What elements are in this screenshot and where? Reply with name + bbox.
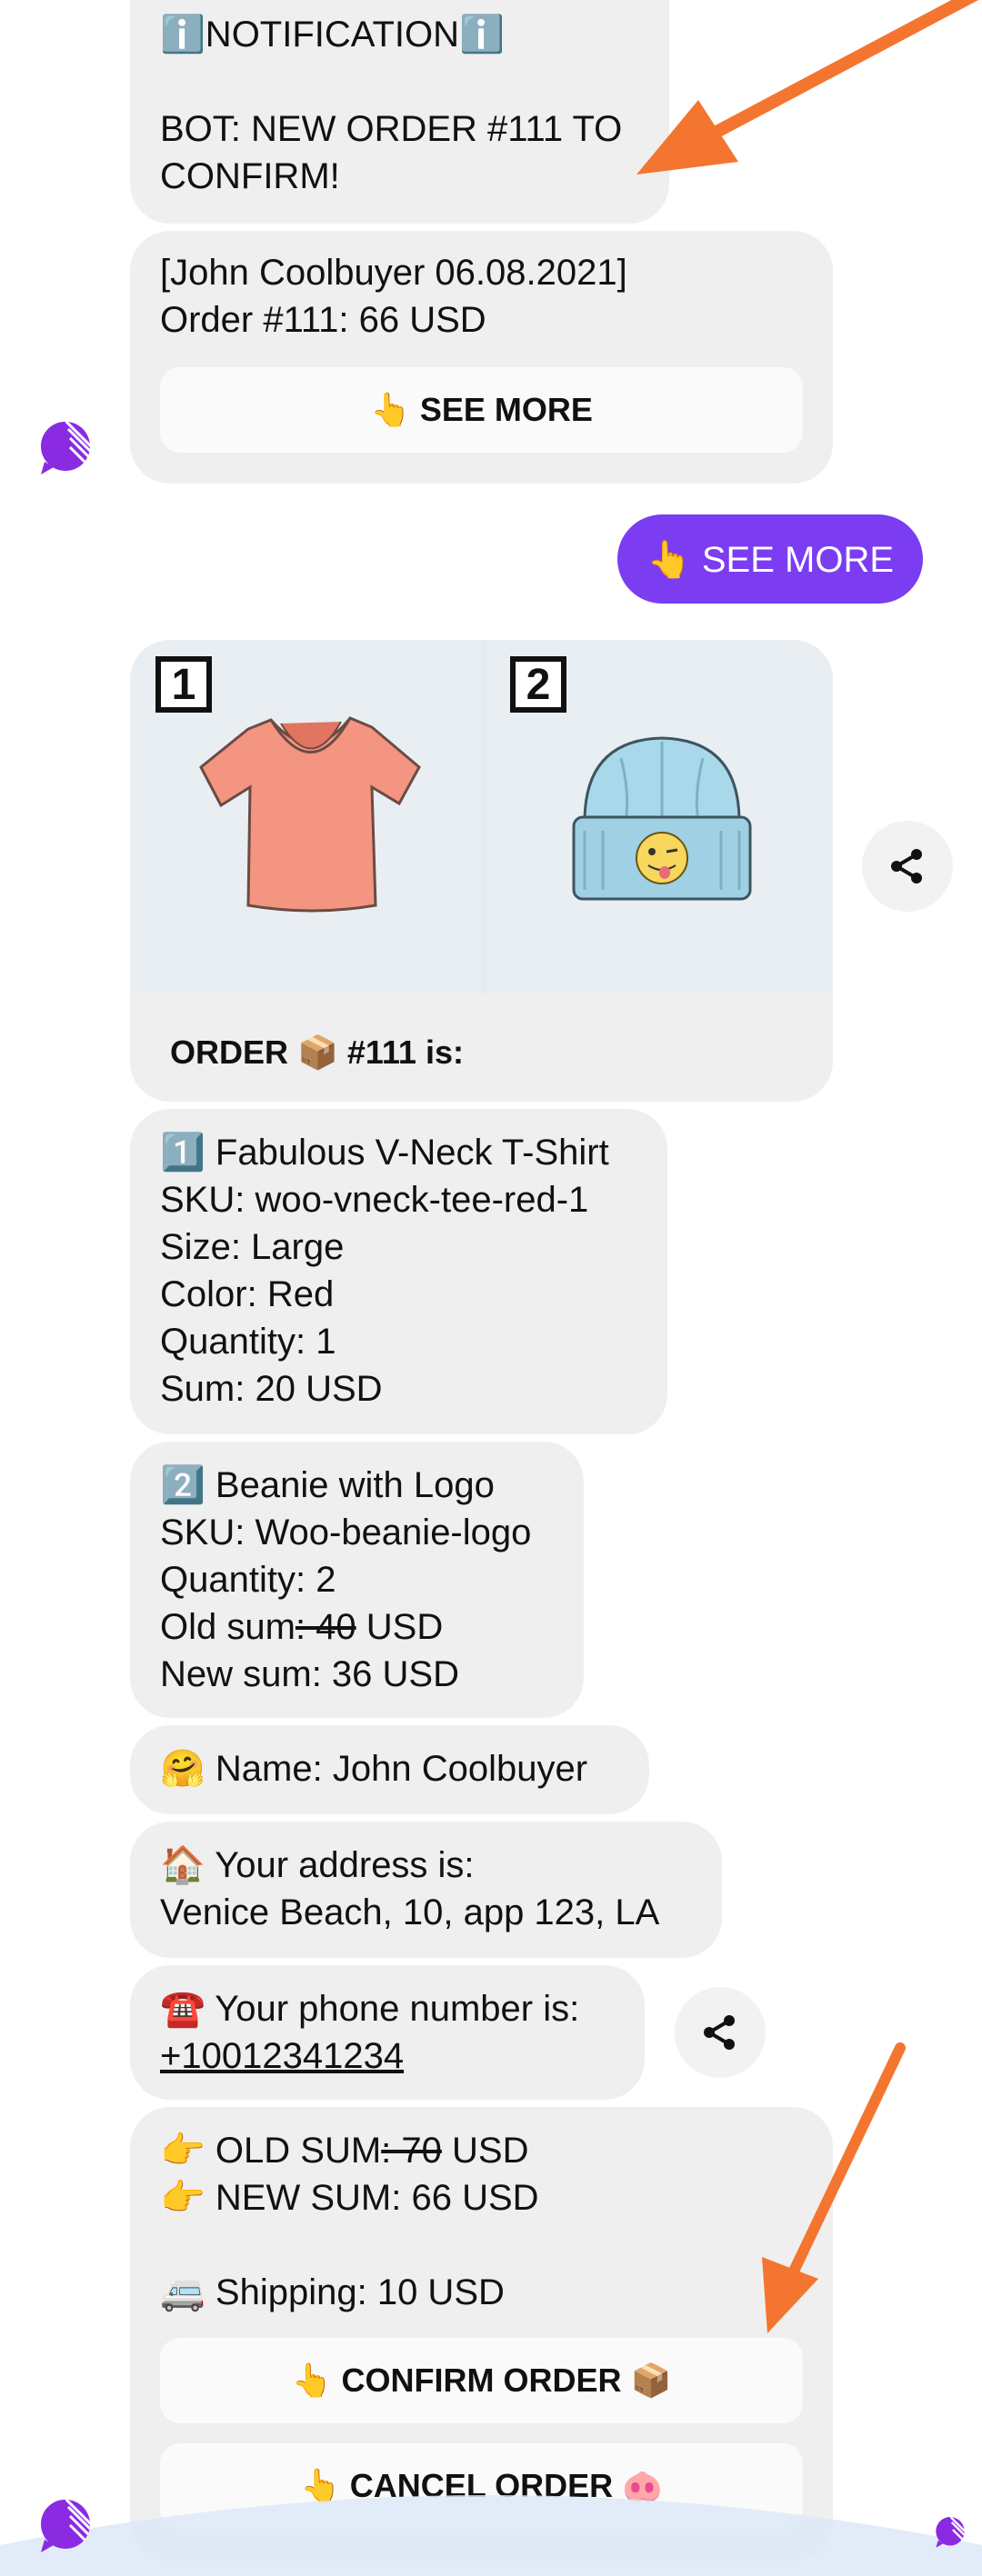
tshirt-image (199, 716, 421, 913)
confirm-order-button[interactable]: 👆 CONFIRM ORDER 📦 (160, 2338, 803, 2423)
address-line2: Venice Beach, 10, app 123, LA (160, 1892, 660, 1932)
phone-bubble: ☎️ Your phone number is: +10012341234 (130, 1965, 645, 2100)
address-line1: 🏠 Your address is: (160, 1845, 475, 1885)
summary-old-sum: 👉 OLD SUM: 70 USD (160, 2127, 803, 2174)
item1-title: 1️⃣ Fabulous V-Neck T-Shirt (160, 1133, 609, 1173)
summary-shipping: 🚐 Shipping: 10 USD (160, 2272, 505, 2312)
phone-number-link[interactable]: +10012341234 (160, 2032, 615, 2080)
summary-new-sum: 👉 NEW SUM: 66 USD (160, 2178, 539, 2218)
cancel-order-button[interactable]: 👆 CANCEL ORDER 🐽 (160, 2443, 803, 2529)
item1-color: Color: Red (160, 1274, 335, 1314)
item1-sum: Sum: 20 USD (160, 1369, 383, 1409)
phone-line1: ☎️ Your phone number is: (160, 1989, 580, 2029)
notification-header: ℹ️NOTIFICATIONℹ️ (160, 15, 505, 55)
order-card: [John Coolbuyer 06.08.2021] Order #111: … (130, 231, 833, 484)
item2-old-sum-suffix: USD (356, 1607, 444, 1647)
gallery-caption: ORDER 📦 #111 is: (170, 1033, 464, 1071)
summary-old-sum-suffix: USD (441, 2131, 529, 2171)
name-bubble: 🤗 Name: John Coolbuyer (130, 1725, 649, 1814)
item2-bubble: 2️⃣ Beanie with Logo SKU: Woo-beanie-log… (130, 1442, 584, 1718)
order-card-line1: [John Coolbuyer 06.08.2021] (160, 253, 627, 293)
item2-old-sum-value: : 40 (295, 1607, 356, 1647)
notification-bubble: ℹ️NOTIFICATIONℹ️ BOT: NEW ORDER #111 TO … (130, 0, 669, 224)
summary-old-sum-prefix: 👉 OLD SUM (160, 2131, 382, 2171)
item2-new-sum: New sum: 36 USD (160, 1654, 459, 1694)
gallery-panel-1[interactable]: 1 (130, 640, 482, 994)
item1-quantity: Quantity: 1 (160, 1322, 336, 1362)
product-number-2: 2 (510, 656, 566, 713)
product-gallery-card: 1 2 ORDER 📦 #111 is: (130, 640, 833, 1102)
summary-old-sum-value: : 70 (381, 2131, 442, 2171)
item2-quantity: Quantity: 2 (160, 1560, 336, 1600)
share-button-2[interactable] (675, 1987, 766, 2078)
notification-spacer (160, 58, 639, 105)
item2-title: 2️⃣ Beanie with Logo (160, 1465, 495, 1505)
bot-avatar-icon (41, 422, 90, 474)
gallery-images[interactable]: 1 2 (130, 640, 833, 994)
see-more-button[interactable]: 👆 SEE MORE (160, 367, 803, 453)
address-bubble: 🏠 Your address is: Venice Beach, 10, app… (130, 1822, 722, 1958)
summary-card: 👉 OLD SUM: 70 USD 👉 NEW SUM: 66 USD 🚐 Sh… (130, 2107, 833, 2561)
order-card-line2: Order #111: 66 USD (160, 300, 486, 340)
share-icon (891, 849, 922, 884)
read-receipt-avatar-icon (936, 2517, 965, 2548)
user-reply-see-more[interactable]: 👆 SEE MORE (617, 514, 923, 604)
bot-avatar-icon (41, 2500, 90, 2552)
item2-old-sum-prefix: Old sum (160, 1607, 296, 1647)
item1-sku: SKU: woo-vneck-tee-red-1 (160, 1180, 589, 1220)
gallery-panel-2[interactable]: 2 (485, 640, 833, 994)
share-button[interactable] (862, 821, 953, 912)
item1-bubble: 1️⃣ Fabulous V-Neck T-Shirt SKU: woo-vne… (130, 1109, 667, 1434)
notification-text-line2: CONFIRM! (160, 156, 340, 196)
item1-size: Size: Large (160, 1227, 345, 1267)
beanie-image (572, 736, 752, 901)
annotation-arrow-icon (636, 0, 979, 175)
item2-old-sum: Old sum: 40 USD (160, 1603, 554, 1651)
summary-spacer (160, 2222, 803, 2269)
item2-sku: SKU: Woo-beanie-logo (160, 1513, 532, 1553)
notification-text-line1: BOT: NEW ORDER #111 TO (160, 109, 623, 149)
name-text: 🤗 Name: John Coolbuyer (160, 1749, 588, 1789)
share-icon (704, 2015, 735, 2050)
